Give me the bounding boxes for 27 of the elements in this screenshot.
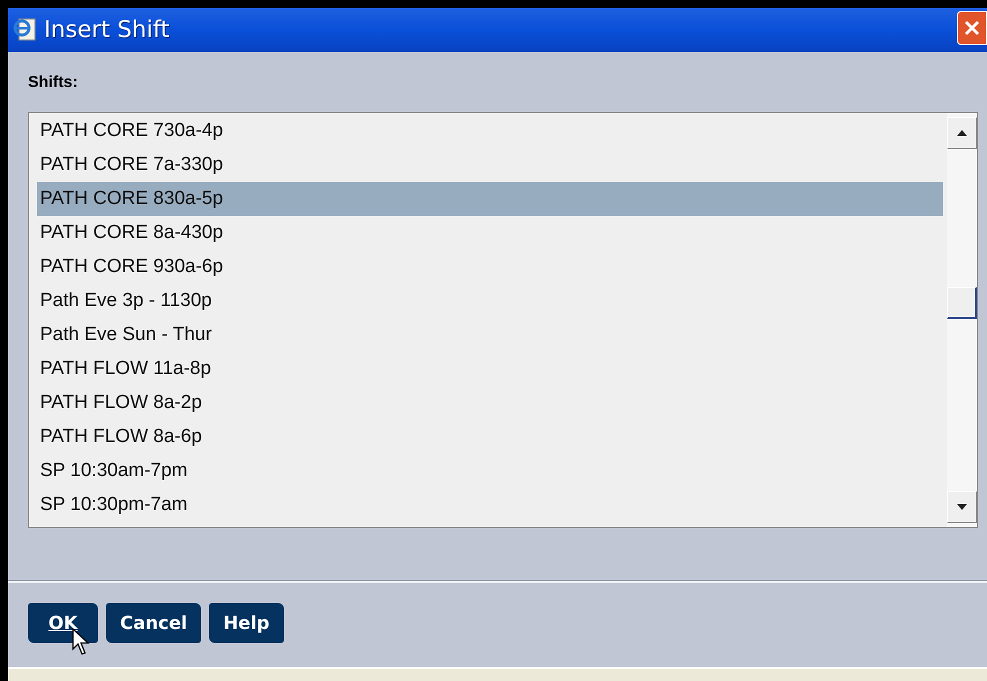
window-title: Insert Shift [44,17,170,43]
list-item[interactable]: PATH CORE 730a-4p [37,114,943,148]
up-arrow-icon [957,130,967,136]
scroll-thumb[interactable] [947,287,977,319]
list-item[interactable]: SP 10:30pm-7am [37,488,943,522]
dialog-button[interactable]: OK [28,603,98,643]
scroll-down-button[interactable] [947,491,977,523]
list-item[interactable]: Path Eve 3p - 1130p [37,284,943,318]
page-icon [12,17,38,43]
list-item[interactable]: PATH CORE 930a-6p [37,250,943,284]
dialog-button[interactable]: Help [209,603,284,643]
scroll-up-button[interactable] [947,117,977,149]
dialog-button[interactable]: Cancel [106,603,202,643]
scrollbar[interactable] [947,113,977,527]
close-button[interactable] [957,11,987,45]
list-item[interactable]: Path Eve Sun - Thur [37,318,943,352]
list-label: Shifts: [28,74,79,92]
list-item[interactable]: PATH FLOW 8a-6p [37,420,943,454]
list-item[interactable]: SP 10:30am-7pm [37,454,943,488]
list-item[interactable]: PATH CORE 830a-5p [37,182,943,216]
cursor-icon [72,628,90,656]
list-item[interactable]: PATH CORE 7a-330p [37,148,943,182]
list-item[interactable]: PATH FLOW 11a-8p [37,352,943,386]
list-item[interactable]: PATH FLOW 8a-2p [37,386,943,420]
list-item[interactable]: PATH CORE 8a-430p [37,216,943,250]
down-arrow-icon [957,504,967,510]
close-icon [962,18,982,38]
